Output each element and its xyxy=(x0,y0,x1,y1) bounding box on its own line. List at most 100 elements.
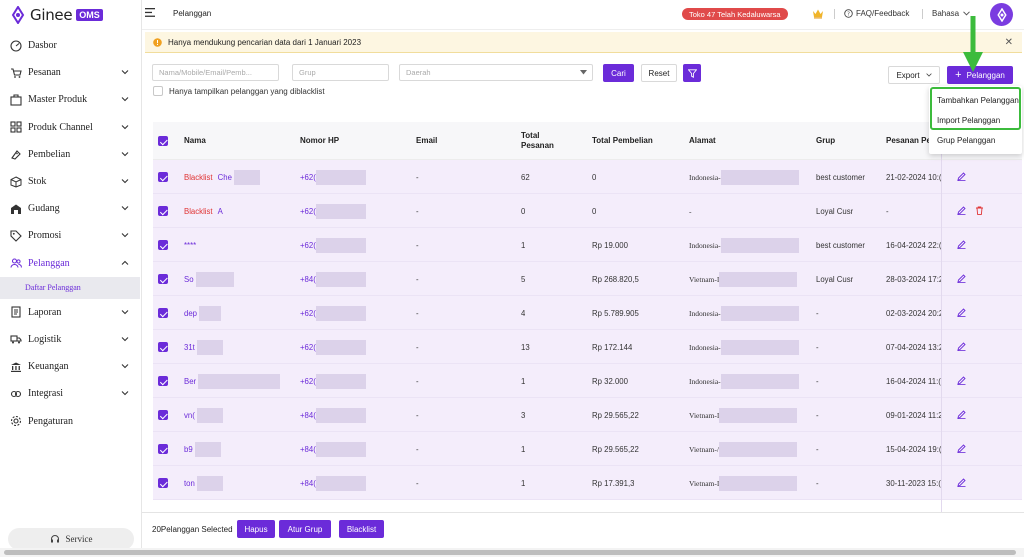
blacklist-only-checkbox[interactable] xyxy=(153,86,163,96)
row-checkbox-cell[interactable] xyxy=(158,330,168,364)
logo[interactable]: Ginee OMS xyxy=(10,4,103,26)
row-checkbox[interactable] xyxy=(158,206,168,216)
row-checkbox[interactable] xyxy=(158,274,168,284)
sidebar-item-promosi[interactable]: Promosi xyxy=(0,222,141,249)
row-checkbox[interactable] xyxy=(158,410,168,420)
row-checkbox[interactable] xyxy=(158,240,168,250)
table-row[interactable]: Ber +62(- 1 Rp 32.000 Indonesia- - 16-04-2024 … xyxy=(153,364,1022,398)
search-button[interactable]: Cari xyxy=(603,64,634,82)
table-row[interactable]: ton +84(- 1 Rp 17.391,3 Vietnam-I - 30-11-2023… xyxy=(153,466,1022,500)
customer-name-cell[interactable]: Ber xyxy=(184,364,296,398)
divider xyxy=(922,9,923,19)
table-row[interactable]: b9 +84(- 1 Rp 29.565,22 Vietnam-/ - 15-04-2024… xyxy=(153,432,1022,466)
sidebar-item-pesanan[interactable]: Pesanan xyxy=(0,59,141,86)
sidebar-item-laporan[interactable]: Laporan xyxy=(0,299,141,326)
sidebar-item-produk-channel[interactable]: Produk Channel xyxy=(0,114,141,141)
table-row[interactable]: **** +62(- 1 Rp 19.000 Indonesia-best custom… xyxy=(153,228,1022,262)
crown-icon[interactable] xyxy=(812,8,824,19)
sidebar-item-pengaturan[interactable]: Pengaturan xyxy=(0,407,141,434)
sidebar-item-logistik[interactable]: Logistik xyxy=(0,326,141,353)
row-checkbox-cell[interactable] xyxy=(158,160,168,194)
row-checkbox-cell[interactable] xyxy=(158,432,168,466)
customer-name-cell[interactable]: Blacklist A xyxy=(184,194,296,228)
select-all-checkbox[interactable] xyxy=(158,136,168,146)
sidebar-subitem-daftar-pelanggan[interactable]: Daftar Pelanggan xyxy=(0,276,140,299)
sidebar-item-master-produk[interactable]: Master Produk xyxy=(0,86,141,113)
menu-icon[interactable] xyxy=(145,8,155,17)
export-button[interactable]: Export xyxy=(888,66,940,84)
close-icon[interactable]: ✕ xyxy=(1005,37,1013,48)
row-checkbox[interactable] xyxy=(158,172,168,182)
customer-name-cell[interactable]: So xyxy=(184,262,296,296)
row-checkbox[interactable] xyxy=(158,376,168,386)
reset-button[interactable]: Reset xyxy=(641,64,677,82)
customer-name-cell[interactable]: ton xyxy=(184,466,296,500)
table-row[interactable]: dep +62(- 4 Rp 5.789.905 Indonesia- - 02-03-20… xyxy=(153,296,1022,330)
customer-name-cell[interactable]: 31t xyxy=(184,330,296,364)
customer-name[interactable]: Ber xyxy=(184,377,196,386)
customer-name[interactable]: b9 xyxy=(184,445,193,454)
sidebar-item-label: Keuangan xyxy=(28,361,69,373)
menu-item-customer-group[interactable]: Grup Pelanggan xyxy=(929,130,1022,150)
table-row[interactable]: Blacklist A +62(- 0 0 - Loyal Cusr - xyxy=(153,194,1022,228)
sidebar-item-label: Stok xyxy=(28,176,47,188)
table-row[interactable]: vn(+84(- 3 Rp 29.565,22 Vietnam-I - 09-01-202… xyxy=(153,398,1022,432)
row-checkbox-cell[interactable] xyxy=(158,194,168,228)
region-select[interactable]: Daerah xyxy=(399,64,593,81)
set-group-button[interactable]: Atur Grup xyxy=(279,520,331,538)
sidebar-item-integrasi[interactable]: Integrasi xyxy=(0,380,141,407)
phone: +62( xyxy=(300,206,316,216)
row-checkbox[interactable] xyxy=(158,478,168,488)
customer-name-cell[interactable]: vn( xyxy=(184,398,296,432)
service-button[interactable]: Service xyxy=(8,528,134,550)
sidebar-item-keuangan[interactable]: Keuangan xyxy=(0,353,141,380)
sidebar-item-gudang[interactable]: Gudang xyxy=(0,195,141,222)
filter-button[interactable] xyxy=(683,64,701,82)
phone: +62( xyxy=(300,172,316,182)
avatar[interactable] xyxy=(990,3,1013,26)
group-select[interactable]: Grup xyxy=(292,64,389,81)
customer-name-cell[interactable]: b9 xyxy=(184,432,296,466)
row-checkbox[interactable] xyxy=(158,444,168,454)
email-cell: - xyxy=(416,444,419,454)
customer-name-cell[interactable]: Blacklist Che xyxy=(184,160,296,194)
table-row[interactable]: So +84(- 5 Rp 268.820,5 Vietnam-I Loyal Cusr 2… xyxy=(153,262,1022,296)
select-all-cell[interactable] xyxy=(158,122,168,160)
customer-name[interactable]: ton xyxy=(184,479,195,488)
customer-name-cell[interactable]: dep xyxy=(184,296,296,330)
customer-name[interactable]: Che xyxy=(218,173,232,182)
truck-icon xyxy=(10,333,22,345)
customer-name[interactable]: 31t xyxy=(184,343,195,352)
customer-name[interactable]: dep xyxy=(184,309,197,318)
delete-button[interactable]: Hapus xyxy=(237,520,275,538)
blacklist-only-toggle[interactable]: Hanya tampilkan pelanggan yang diblackli… xyxy=(153,86,325,96)
row-checkbox-cell[interactable] xyxy=(158,364,168,398)
row-checkbox-cell[interactable] xyxy=(158,398,168,432)
row-checkbox-cell[interactable] xyxy=(158,296,168,330)
customer-name[interactable]: vn( xyxy=(184,411,195,420)
sidebar-item-pelanggan[interactable]: Pelanggan xyxy=(0,250,141,277)
customer-name[interactable]: **** xyxy=(184,241,196,250)
faq-link[interactable]: ? FAQ/Feedback xyxy=(844,9,909,18)
horizontal-scrollbar[interactable] xyxy=(0,548,1024,557)
plus-icon: + xyxy=(955,69,962,81)
sidebar-item-pembelian[interactable]: Pembelian xyxy=(0,141,141,168)
arrow-down-icon xyxy=(963,16,983,72)
row-checkbox[interactable] xyxy=(158,342,168,352)
row-checkbox-cell[interactable] xyxy=(158,228,168,262)
store-expired-badge[interactable]: Toko 47 Telah Kedaluwarsa xyxy=(682,8,788,20)
col-email: Email xyxy=(416,136,438,145)
scrollbar-thumb[interactable] xyxy=(4,550,1016,555)
sidebar-item-stok[interactable]: Stok xyxy=(0,168,141,195)
blacklist-button[interactable]: Blacklist xyxy=(339,520,384,538)
table-row[interactable]: 31t +62(- 13 Rp 172.144 Indonesia- - 07-04-202… xyxy=(153,330,1022,364)
sidebar-item-dasbor[interactable]: Dasbor xyxy=(0,32,141,59)
customer-name[interactable]: So xyxy=(184,275,194,284)
customer-name-cell[interactable]: **** xyxy=(184,228,296,262)
row-checkbox[interactable] xyxy=(158,308,168,318)
row-checkbox-cell[interactable] xyxy=(158,262,168,296)
row-checkbox-cell[interactable] xyxy=(158,466,168,500)
customer-name[interactable]: A xyxy=(218,207,223,216)
search-input[interactable]: Nama/Mobile/Email/Pemb... xyxy=(152,64,279,81)
table-row[interactable]: Blacklist Che +62(- 62 0 Indonesia-best custo… xyxy=(153,160,1022,194)
